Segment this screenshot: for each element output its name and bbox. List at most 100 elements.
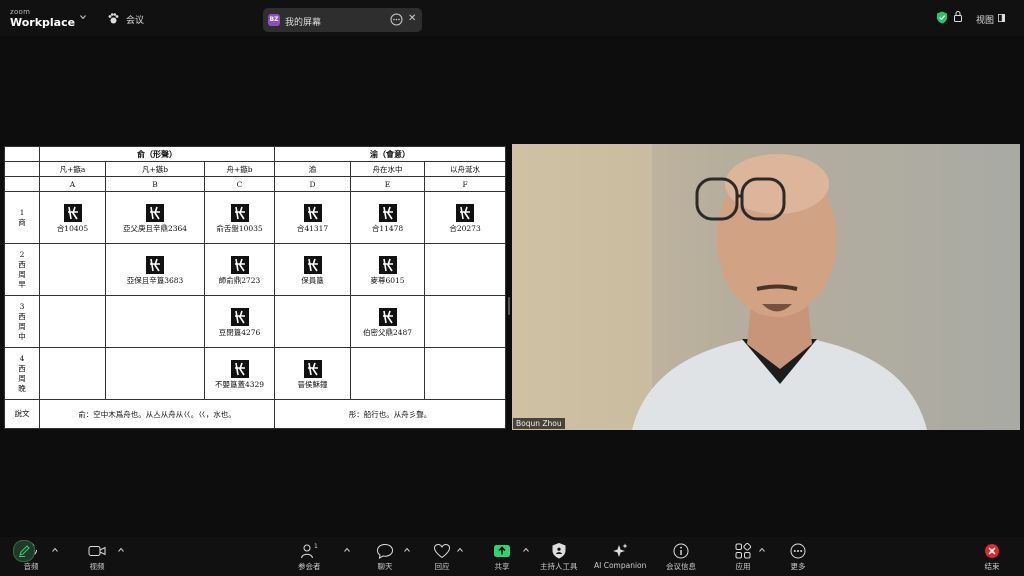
table-cell [274, 295, 352, 348]
more-button[interactable]: 更多 [789, 543, 807, 572]
meeting-label[interactable]: 会议 [126, 13, 144, 26]
subheader-cell: 舟在水中 [350, 161, 426, 177]
table-cell [424, 347, 507, 400]
end-call-icon [985, 544, 999, 558]
zoom-logo: zoom Workplace [10, 9, 75, 29]
more-options-icon[interactable] [390, 13, 403, 26]
table-row: 3 西周中豆閉簋4276 伯密父鼎2487 [4, 295, 507, 348]
view-layout-icon[interactable] [998, 14, 1005, 22]
chevron-up-icon[interactable] [457, 547, 463, 553]
oracle-glyph-image [230, 255, 249, 274]
table-row: 1 商合10405 亞父庚且辛鼎2364 俞舌盤10035 合41317 合11478 合2… [4, 191, 507, 244]
glyph-caption: 豆閉簋4276 [218, 327, 261, 337]
chevron-up-icon[interactable] [52, 547, 58, 553]
table-cell [39, 295, 106, 348]
ai-companion-button[interactable]: AI Companion [594, 543, 646, 570]
table-cell: 師俞鼎2723 [203, 243, 276, 296]
column-letter: E [350, 176, 426, 192]
corner-cell [4, 146, 40, 162]
table-cell: 不嬰簋蓋4329 [203, 347, 276, 400]
table-cell: 俞舌盤10035 [203, 191, 276, 244]
shuowen-left: 俞：空中木爲舟也。从亼从舟从巜。巜，水也。 [38, 399, 276, 429]
shared-screen: 俞（形聲） 渝（會意） 凡+鏃a 凡+鏃b 舟+鏃b 渝 舟在水中 以舟涎水 A… [4, 146, 507, 429]
table-cell: 麥尊6015 [350, 243, 426, 296]
glyph-entry: 師俞鼎2723 [205, 254, 274, 286]
chat-button[interactable]: 聊天 [376, 543, 394, 572]
table-cell [424, 243, 507, 296]
oracle-glyph-image [146, 255, 164, 274]
chat-label: 聊天 [377, 562, 393, 571]
row-number: 2 [19, 249, 25, 259]
table-cell: 晉侯穌鐘 [274, 347, 352, 400]
host-tools-button[interactable]: 主持人工具 [540, 543, 578, 572]
table-cell [350, 347, 426, 400]
host-tools-label: 主持人工具 [540, 562, 578, 571]
pen-icon [19, 545, 30, 557]
chat-icon [376, 543, 394, 559]
oracle-glyph-image [230, 359, 249, 378]
glyph-entry: 晉侯穌鐘 [275, 358, 350, 390]
participants-button[interactable]: 1 参会者 [298, 543, 321, 572]
screen-share-pill[interactable]: BZ 我的屏幕 ✕ [263, 8, 422, 32]
glyph-entry: 合11478 [351, 202, 424, 234]
paw-icon[interactable] [107, 12, 120, 25]
row-period: 商 [18, 217, 26, 227]
shuowen-right: 彤：船行也。从舟彡聲。 [274, 399, 507, 429]
chevron-up-icon[interactable] [344, 547, 350, 553]
glyph-caption: 合41317 [296, 223, 329, 233]
chevron-up-icon[interactable] [118, 547, 124, 553]
meeting-info-button[interactable]: 会议信息 [666, 543, 696, 572]
table-row: 2 西周早 亞保且辛簋3683 師俞鼎2723 保員簋 麥尊6015 [4, 243, 507, 296]
oracle-glyph-image [303, 359, 322, 378]
chevron-up-icon[interactable] [404, 547, 410, 553]
table-cell [105, 295, 205, 348]
table-cell [39, 347, 106, 400]
view-label[interactable]: 视图 [976, 13, 994, 26]
host-shield-icon [552, 543, 566, 559]
participant-video[interactable]: Boqun Zhou [512, 144, 1020, 430]
video-label: 视频 [89, 562, 105, 571]
oracle-glyph-image [378, 255, 397, 274]
shield-icon[interactable] [936, 11, 948, 24]
meeting-controls: 音频 视频 1 参会者 聊天 回应 共享 主持人工具 AI Companion … [0, 537, 1024, 576]
close-icon[interactable]: ✕ [408, 13, 416, 24]
table-cell: 豆閉簋4276 [203, 295, 276, 348]
annotate-pen-button[interactable] [13, 540, 35, 562]
share-button[interactable]: 共享 [493, 543, 511, 572]
ai-companion-label: AI Companion [594, 561, 647, 570]
top-bar: zoom Workplace 会议 BZ 我的屏幕 ✕ 视图 [0, 0, 1024, 36]
glyph-entry: 俞舌盤10035 [205, 202, 274, 234]
table-cell: 伯密父鼎2487 [350, 295, 426, 348]
lock-icon[interactable] [953, 10, 963, 23]
split-divider-handle[interactable] [508, 297, 510, 315]
sparkle-icon [613, 543, 628, 557]
subheader-cell: 舟+鏃b [203, 161, 276, 177]
oracle-glyph-image [378, 307, 397, 326]
subheader-cell: 凡+鏃b [105, 161, 205, 177]
video-button[interactable]: 视频 [88, 543, 106, 572]
more-icon [790, 543, 806, 559]
apps-button[interactable]: 应用 [734, 543, 752, 572]
table-cell: 保員簋 [274, 243, 352, 296]
row-period: 西周早 [18, 259, 26, 289]
participant-name: Boqun Zhou [513, 418, 565, 429]
glyph-entry: 不嬰簋蓋4329 [205, 358, 274, 390]
column-letter: B [105, 176, 205, 192]
participant-image [512, 144, 1020, 430]
react-button[interactable]: 回应 [433, 543, 451, 572]
chevron-down-icon[interactable] [80, 14, 86, 20]
react-label: 回应 [434, 562, 450, 571]
chevron-up-icon[interactable] [759, 547, 765, 553]
corner-cell [4, 176, 40, 192]
oracle-bone-table: 俞（形聲） 渝（會意） 凡+鏃a 凡+鏃b 舟+鏃b 渝 舟在水中 以舟涎水 A… [4, 146, 507, 429]
table-body: 1 商合10405 亞父庚且辛鼎2364 俞舌盤10035 合41317 合11478 合2… [4, 191, 507, 400]
table-cell: 合20273 [424, 191, 507, 244]
end-button[interactable]: 结束 [983, 543, 1001, 572]
glyph-caption: 合10405 [56, 223, 89, 233]
chevron-up-icon[interactable] [523, 547, 529, 553]
row-number: 3 [19, 301, 25, 311]
meeting-info-label: 会议信息 [666, 562, 696, 571]
corner-cell [4, 161, 40, 177]
row-header: 3 西周中 [4, 295, 40, 348]
more-label: 更多 [790, 562, 806, 571]
